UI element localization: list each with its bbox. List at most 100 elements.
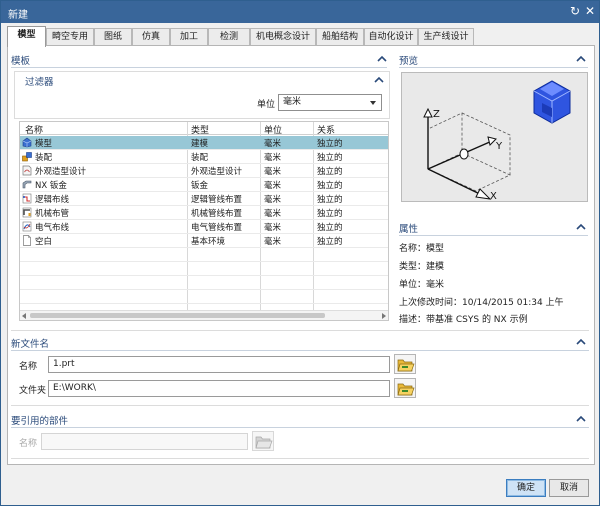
template-type: 机械管线布置 xyxy=(191,209,243,219)
z-axis-label: Z xyxy=(433,109,440,120)
templates-collapse-icon[interactable] xyxy=(377,55,387,63)
template-relation: 独立的 xyxy=(317,223,343,233)
properties-collapse-icon[interactable] xyxy=(576,223,586,231)
tab-model[interactable]: 模型 xyxy=(7,26,46,47)
folder-input[interactable]: E:\WORK\ xyxy=(48,380,390,397)
template-row-logical-routing[interactable]: 逻辑布线 逻辑管线布置 毫米 独立的 xyxy=(20,192,388,205)
referenced-part-collapse-icon[interactable] xyxy=(576,415,586,423)
scrollbar-thumb[interactable] xyxy=(30,313,325,318)
ok-button[interactable]: 确定 xyxy=(506,479,546,497)
part-icon xyxy=(533,80,571,124)
referenced-name-label: 名称 xyxy=(19,439,38,449)
tab-drawing[interactable]: 图纸 xyxy=(94,28,132,46)
reset-icon[interactable]: ↻ xyxy=(568,4,582,18)
column-header-name[interactable]: 名称 xyxy=(25,123,43,136)
tab-panel: 模板 过滤器 单位 毫米 名称 类型 单位 关系 模型 建模 毫米 独立的 装配… xyxy=(7,45,595,465)
template-row-sheet-metal[interactable]: NX 钣金 钣金 毫米 独立的 xyxy=(20,178,388,191)
template-unit: 毫米 xyxy=(264,237,282,247)
preview-collapse-icon[interactable] xyxy=(576,55,586,63)
tab-line-design[interactable]: 生产线设计 xyxy=(418,28,474,46)
tab-mechatronics[interactable]: 机电概念设计 xyxy=(250,28,316,46)
template-type: 基本环境 xyxy=(191,237,226,247)
properties-section-title: 属性 xyxy=(399,224,419,235)
tab-ship-structure[interactable]: 船舶结构 xyxy=(316,28,364,46)
new-file-collapse-icon[interactable] xyxy=(576,338,586,346)
template-row-assembly[interactable]: 装配 装配 毫米 独立的 xyxy=(20,150,388,163)
blank-icon xyxy=(22,235,32,246)
template-unit: 毫米 xyxy=(264,209,282,219)
unit-select-value: 毫米 xyxy=(283,97,302,107)
cancel-button[interactable]: 取消 xyxy=(549,479,589,497)
template-unit: 毫米 xyxy=(264,167,282,177)
referenced-name-input[interactable] xyxy=(41,433,248,450)
folder-label: 文件夹 xyxy=(19,386,47,396)
column-header-unit[interactable]: 单位 xyxy=(264,123,282,136)
template-unit: 毫米 xyxy=(264,223,282,233)
filter-section-title: 过滤器 xyxy=(25,77,54,88)
chevron-down-icon xyxy=(370,101,376,105)
browse-file-name-button[interactable] xyxy=(394,354,416,374)
template-name: NX 钣金 xyxy=(35,181,67,191)
property-modified: 上次修改时间：10/14/2015 01:34 上午 xyxy=(399,298,564,308)
property-description: 描述：带基准 CSYS 的 NX 示例 xyxy=(399,315,528,325)
column-header-type[interactable]: 类型 xyxy=(191,123,209,136)
close-icon[interactable]: ✕ xyxy=(583,4,597,18)
title-bar: 新建 ↻ ✕ xyxy=(1,1,599,23)
column-header-relation[interactable]: 关系 xyxy=(317,123,335,136)
scroll-right-icon[interactable] xyxy=(382,313,386,319)
row-divider xyxy=(20,247,388,248)
section-separator xyxy=(11,405,589,406)
template-row-mechanical-routing[interactable]: 机械布管 机械管线布置 毫米 独立的 xyxy=(20,206,388,219)
template-unit: 毫米 xyxy=(264,139,282,149)
template-relation: 独立的 xyxy=(317,181,343,191)
template-row-blank[interactable]: 空白 基本环境 毫米 独立的 xyxy=(20,234,388,247)
section-separator xyxy=(11,458,589,459)
template-name: 模型 xyxy=(35,139,53,149)
row-divider xyxy=(20,289,388,290)
model-icon xyxy=(22,137,32,148)
browse-referenced-part-button[interactable] xyxy=(252,431,274,451)
mechanical-routing-icon xyxy=(22,207,32,218)
tab-inspection[interactable]: 检测 xyxy=(208,28,250,46)
dialog-title: 新建 xyxy=(8,10,28,21)
preview-section-title: 预览 xyxy=(399,56,419,67)
preview-divider xyxy=(399,67,588,68)
tab-simulation[interactable]: 仿真 xyxy=(132,28,170,46)
x-axis-label: X xyxy=(490,191,497,201)
template-row-electrical-routing[interactable]: 电气布线 电气管线布置 毫米 独立的 xyxy=(20,220,388,233)
electrical-routing-icon xyxy=(22,221,32,232)
row-divider xyxy=(20,303,388,304)
file-name-input[interactable]: 1.prt xyxy=(48,356,390,373)
template-list-header: 名称 类型 单位 关系 xyxy=(20,122,388,136)
section-separator xyxy=(11,330,589,331)
templates-divider xyxy=(11,67,387,68)
tab-aerospace[interactable]: 畸空专用 xyxy=(46,28,94,46)
browse-folder-button[interactable] xyxy=(394,378,416,398)
template-row-shape-studio[interactable]: 外观造型设计 外观造型设计 毫米 独立的 xyxy=(20,164,388,177)
template-type: 建模 xyxy=(191,139,209,149)
template-name: 逻辑布线 xyxy=(35,195,70,205)
horizontal-scrollbar[interactable] xyxy=(20,310,388,320)
template-relation: 独立的 xyxy=(317,209,343,219)
referenced-part-section-title: 要引用的部件 xyxy=(11,416,69,427)
properties-divider xyxy=(399,235,588,236)
template-name: 空白 xyxy=(35,237,53,247)
tab-automation[interactable]: 自动化设计 xyxy=(364,28,418,46)
tab-manufacturing[interactable]: 加工 xyxy=(170,28,208,46)
template-relation: 独立的 xyxy=(317,167,343,177)
file-name-label: 名称 xyxy=(19,362,38,372)
logical-routing-icon xyxy=(22,193,32,204)
property-type: 类型：建模 xyxy=(399,262,445,272)
preview-image: Z Y X xyxy=(401,72,588,202)
assembly-icon xyxy=(22,151,32,162)
y-axis-label: Y xyxy=(495,141,503,152)
filter-collapse-icon[interactable] xyxy=(374,76,384,84)
template-relation: 独立的 xyxy=(317,139,343,149)
template-list[interactable]: 名称 类型 单位 关系 模型 建模 毫米 独立的 装配 装配 毫米 独立的 外观… xyxy=(19,121,389,321)
scroll-left-icon[interactable] xyxy=(22,313,26,319)
unit-select[interactable]: 毫米 xyxy=(278,94,382,111)
row-divider xyxy=(20,261,388,262)
template-type: 装配 xyxy=(191,153,209,163)
template-row-model[interactable]: 模型 建模 毫米 独立的 xyxy=(20,136,388,149)
folder-open-icon xyxy=(397,383,415,396)
